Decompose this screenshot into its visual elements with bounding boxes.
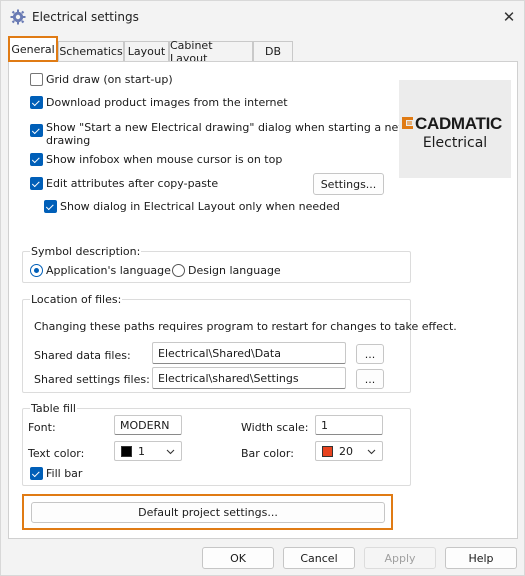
browse-shared-settings-button[interactable]: ... xyxy=(356,369,384,389)
radio-design-language[interactable]: Design language xyxy=(172,264,281,277)
tab-general[interactable]: General xyxy=(8,36,58,62)
font-label: Font: xyxy=(28,421,56,434)
tab-layout[interactable]: Layout xyxy=(124,41,169,61)
radio-dot[interactable] xyxy=(172,264,185,277)
checkbox-box[interactable] xyxy=(44,200,57,213)
bar-color-label: Bar color: xyxy=(241,447,294,460)
text-color-swatch xyxy=(121,445,132,457)
bar-color-select[interactable]: 20 xyxy=(315,441,383,461)
checkbox-box[interactable] xyxy=(30,177,43,190)
shared-data-input[interactable]: Electrical\Shared\Data xyxy=(152,342,346,364)
font-input[interactable]: MODERN xyxy=(114,415,182,435)
tab-schematics[interactable]: Schematics xyxy=(58,41,124,61)
cancel-button[interactable]: Cancel xyxy=(283,547,355,569)
ok-button[interactable]: OK xyxy=(202,547,274,569)
checkbox-box[interactable] xyxy=(30,96,43,109)
shared-settings-input[interactable]: Electrical\shared\Settings xyxy=(152,367,346,389)
location-of-files-title: Location of files: xyxy=(30,293,123,306)
checkbox-box[interactable] xyxy=(30,153,43,166)
radio-application-language[interactable]: Application's language xyxy=(30,264,171,277)
gear-icon xyxy=(10,9,26,25)
default-project-settings-button[interactable]: Default project settings... xyxy=(31,502,385,523)
bar-color-swatch xyxy=(322,445,333,457)
settings-button[interactable]: Settings... xyxy=(313,173,384,195)
radio-dot[interactable] xyxy=(30,264,43,277)
shared-settings-label: Shared settings files: xyxy=(34,373,150,386)
help-button[interactable]: Help xyxy=(445,547,517,569)
restart-note: Changing these paths requires program to… xyxy=(34,320,457,333)
grid-draw-checkbox[interactable]: Grid draw (on start-up) xyxy=(30,73,173,86)
checkbox-label-line2: drawing xyxy=(46,134,91,147)
symbol-description-title: Symbol description: xyxy=(30,245,142,258)
settings-window: Electrical settings ✕ General Schematics… xyxy=(0,0,525,576)
text-color-label: Text color: xyxy=(28,447,85,460)
shared-data-label: Shared data files: xyxy=(34,349,131,362)
checkbox-box[interactable] xyxy=(30,467,43,480)
show-dialog-layout-checkbox[interactable]: Show dialog in Electrical Layout only wh… xyxy=(44,200,340,213)
cadmatic-logo: CADMATIC Electrical xyxy=(399,80,511,178)
tab-cabinet-layout[interactable]: Cabinet Layout xyxy=(169,39,253,65)
chevron-down-icon xyxy=(166,449,175,455)
browse-shared-data-button[interactable]: ... xyxy=(356,344,384,364)
edit-attributes-checkbox[interactable]: Edit attributes after copy-paste xyxy=(30,177,218,190)
show-infobox-checkbox[interactable]: Show infobox when mouse cursor is on top xyxy=(30,153,282,166)
chevron-down-icon xyxy=(367,449,376,455)
close-icon: ✕ xyxy=(502,8,516,26)
fill-bar-checkbox[interactable]: Fill bar xyxy=(30,467,82,480)
table-fill-title: Table fill xyxy=(30,402,77,415)
cadmatic-mark-icon xyxy=(402,117,413,129)
window-title: Electrical settings xyxy=(32,10,139,24)
download-images-checkbox[interactable]: Download product images from the interne… xyxy=(30,96,288,109)
checkbox-box[interactable] xyxy=(30,73,43,86)
tab-db[interactable]: DB xyxy=(253,41,293,61)
checkbox-box[interactable] xyxy=(30,124,43,137)
text-color-select[interactable]: 1 xyxy=(114,441,182,461)
checkbox-label: Show "Start a new Electrical drawing" di… xyxy=(46,121,408,134)
title-bar: Electrical settings ✕ xyxy=(1,1,524,33)
apply-button[interactable]: Apply xyxy=(364,547,436,569)
close-button[interactable]: ✕ xyxy=(496,5,522,29)
width-scale-input[interactable]: 1 xyxy=(315,415,383,435)
logo-word: CADMATIC xyxy=(415,114,502,133)
show-new-drawing-dialog-checkbox[interactable]: Show "Start a new Electrical drawing" di… xyxy=(30,121,407,147)
width-scale-label: Width scale: xyxy=(241,421,309,434)
logo-subtitle: Electrical xyxy=(422,135,488,151)
